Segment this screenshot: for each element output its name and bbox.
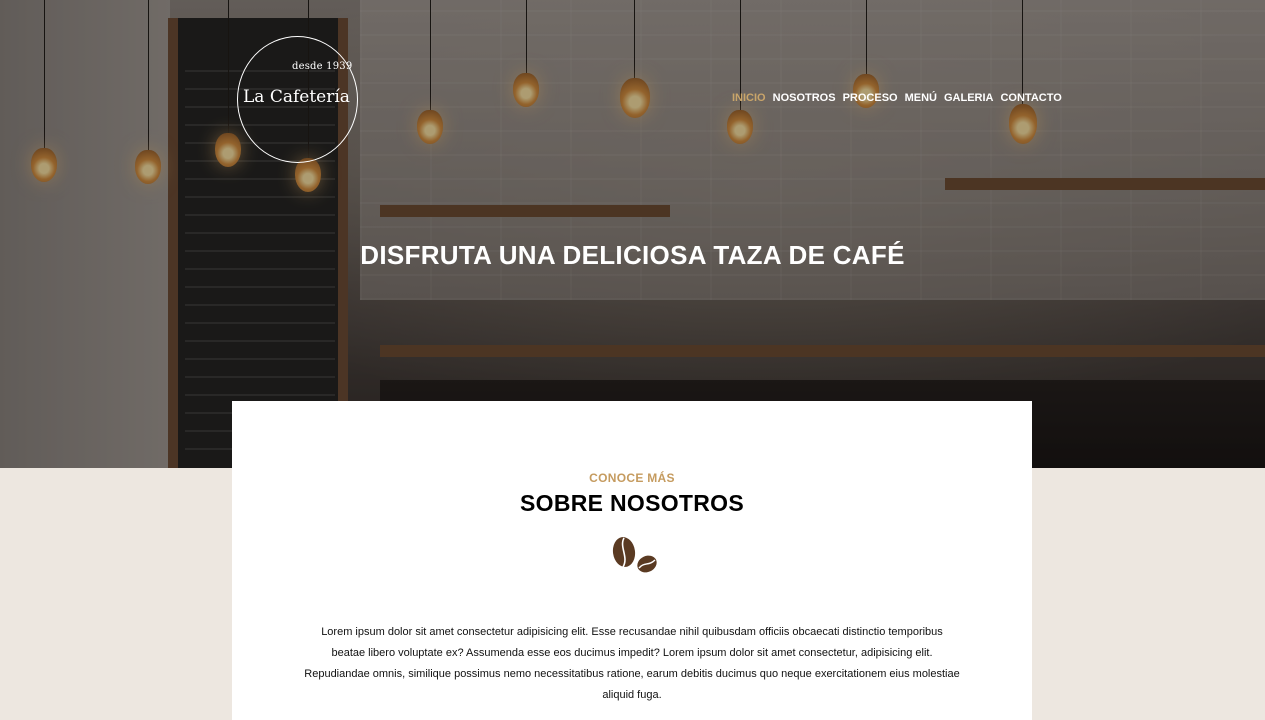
about-section: CONOCE MÁS SOBRE NOSOTROS Lorem ipsum do… bbox=[232, 401, 1032, 720]
nav-link-menu[interactable]: MENÚ bbox=[905, 92, 937, 105]
nav-link-inicio[interactable]: INICIO bbox=[732, 92, 766, 105]
nav-link-nosotros[interactable]: NOSOTROS bbox=[773, 92, 836, 105]
main-navigation: INICIO NOSOTROS PROCESO MENÚ GALERIA CON… bbox=[732, 92, 1062, 105]
logo-name-text: La Cafetería bbox=[243, 87, 350, 107]
about-paragraph: Lorem ipsum dolor sit amet consectetur a… bbox=[304, 626, 960, 701]
nav-link-galeria[interactable]: GALERIA bbox=[944, 92, 994, 105]
section-title: SOBRE NOSOTROS bbox=[519, 490, 744, 516]
nav-link-contacto[interactable]: CONTACTO bbox=[1000, 92, 1061, 105]
hero-banner: desde 1939 La Cafetería INICIO NOSOTROS … bbox=[0, 0, 1265, 468]
hero-title: DISFRUTA UNA DELICIOSA TAZA DE CAFÉ bbox=[360, 240, 905, 270]
section-eyebrow: CONOCE MÁS bbox=[589, 471, 675, 485]
logo-since-text: desde 1939 bbox=[292, 61, 353, 72]
coffee-beans-icon bbox=[612, 537, 657, 573]
nav-link-proceso[interactable]: PROCESO bbox=[843, 92, 898, 105]
hero-overlay bbox=[0, 0, 1265, 468]
site-logo[interactable]: desde 1939 La Cafetería bbox=[237, 36, 358, 163]
